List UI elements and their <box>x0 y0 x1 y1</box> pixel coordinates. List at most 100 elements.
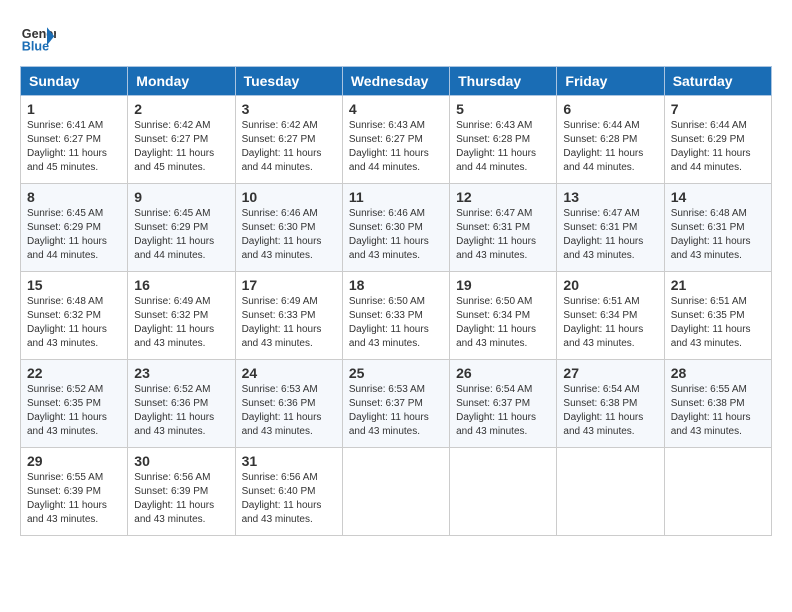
calendar-header-thursday: Thursday <box>450 67 557 96</box>
day-info: Sunrise: 6:42 AM Sunset: 6:27 PM Dayligh… <box>242 119 336 175</box>
day-number: 11 <box>349 189 443 205</box>
calendar-cell: 24 Sunrise: 6:53 AM Sunset: 6:36 PM Dayli… <box>235 360 342 448</box>
calendar-cell: 27 Sunrise: 6:54 AM Sunset: 6:38 PM Dayli… <box>557 360 664 448</box>
day-info: Sunrise: 6:42 AM Sunset: 6:27 PM Dayligh… <box>134 119 228 175</box>
calendar-cell: 3 Sunrise: 6:42 AM Sunset: 6:27 PM Daylig… <box>235 96 342 184</box>
calendar-cell: 31 Sunrise: 6:56 AM Sunset: 6:40 PM Dayli… <box>235 448 342 536</box>
day-info: Sunrise: 6:52 AM Sunset: 6:36 PM Dayligh… <box>134 383 228 439</box>
calendar-cell: 21 Sunrise: 6:51 AM Sunset: 6:35 PM Dayli… <box>664 272 771 360</box>
calendar-cell: 29Sunrise: 6:55 AM Sunset: 6:39 PM Dayli… <box>21 448 128 536</box>
svg-text:Blue: Blue <box>22 40 49 54</box>
calendar-cell: 22 Sunrise: 6:52 AM Sunset: 6:35 PM Dayli… <box>21 360 128 448</box>
day-info: Sunrise: 6:56 AM Sunset: 6:40 PM Dayligh… <box>242 471 336 527</box>
calendar-week-row: 8 Sunrise: 6:45 AM Sunset: 6:29 PM Daylig… <box>21 184 772 272</box>
day-number: 19 <box>456 277 550 293</box>
calendar-cell: 6 Sunrise: 6:44 AM Sunset: 6:28 PM Daylig… <box>557 96 664 184</box>
calendar-cell <box>450 448 557 536</box>
day-number: 9 <box>134 189 228 205</box>
calendar-cell: 30Sunrise: 6:56 AM Sunset: 6:39 PM Dayli… <box>128 448 235 536</box>
calendar-cell: 2 Sunrise: 6:42 AM Sunset: 6:27 PM Daylig… <box>128 96 235 184</box>
day-info: Sunrise: 6:50 AM Sunset: 6:34 PM Dayligh… <box>456 295 550 351</box>
page-header: General Blue <box>20 20 772 56</box>
day-info: Sunrise: 6:52 AM Sunset: 6:35 PM Dayligh… <box>27 383 121 439</box>
calendar-cell: 11Sunrise: 6:46 AM Sunset: 6:30 PM Dayli… <box>342 184 449 272</box>
day-info: Sunrise: 6:55 AM Sunset: 6:39 PM Dayligh… <box>27 471 121 527</box>
calendar-header-tuesday: Tuesday <box>235 67 342 96</box>
day-info: Sunrise: 6:45 AM Sunset: 6:29 PM Dayligh… <box>134 207 228 263</box>
calendar-cell: 7 Sunrise: 6:44 AM Sunset: 6:29 PM Daylig… <box>664 96 771 184</box>
calendar-cell: 13Sunrise: 6:47 AM Sunset: 6:31 PM Dayli… <box>557 184 664 272</box>
calendar-header-wednesday: Wednesday <box>342 67 449 96</box>
day-number: 17 <box>242 277 336 293</box>
day-number: 28 <box>671 365 765 381</box>
calendar-cell: 5 Sunrise: 6:43 AM Sunset: 6:28 PM Daylig… <box>450 96 557 184</box>
day-number: 12 <box>456 189 550 205</box>
day-info: Sunrise: 6:50 AM Sunset: 6:33 PM Dayligh… <box>349 295 443 351</box>
calendar-cell: 14Sunrise: 6:48 AM Sunset: 6:31 PM Dayli… <box>664 184 771 272</box>
day-number: 6 <box>563 101 657 117</box>
calendar-cell: 8 Sunrise: 6:45 AM Sunset: 6:29 PM Daylig… <box>21 184 128 272</box>
day-info: Sunrise: 6:53 AM Sunset: 6:36 PM Dayligh… <box>242 383 336 439</box>
calendar-cell: 25 Sunrise: 6:53 AM Sunset: 6:37 PM Dayli… <box>342 360 449 448</box>
day-info: Sunrise: 6:48 AM Sunset: 6:31 PM Dayligh… <box>671 207 765 263</box>
day-info: Sunrise: 6:41 AM Sunset: 6:27 PM Dayligh… <box>27 119 121 175</box>
day-info: Sunrise: 6:54 AM Sunset: 6:37 PM Dayligh… <box>456 383 550 439</box>
day-number: 10 <box>242 189 336 205</box>
calendar-header-saturday: Saturday <box>664 67 771 96</box>
day-info: Sunrise: 6:45 AM Sunset: 6:29 PM Dayligh… <box>27 207 121 263</box>
calendar-cell <box>342 448 449 536</box>
day-info: Sunrise: 6:47 AM Sunset: 6:31 PM Dayligh… <box>563 207 657 263</box>
calendar-cell: 12 Sunrise: 6:47 AM Sunset: 6:31 PM Dayli… <box>450 184 557 272</box>
calendar-cell: 18 Sunrise: 6:50 AM Sunset: 6:33 PM Dayli… <box>342 272 449 360</box>
day-number: 18 <box>349 277 443 293</box>
calendar-cell: 15 Sunrise: 6:48 AM Sunset: 6:32 PM Dayli… <box>21 272 128 360</box>
day-info: Sunrise: 6:48 AM Sunset: 6:32 PM Dayligh… <box>27 295 121 351</box>
day-info: Sunrise: 6:44 AM Sunset: 6:28 PM Dayligh… <box>563 119 657 175</box>
calendar-cell <box>557 448 664 536</box>
day-number: 8 <box>27 189 121 205</box>
day-number: 2 <box>134 101 228 117</box>
day-number: 15 <box>27 277 121 293</box>
day-info: Sunrise: 6:51 AM Sunset: 6:34 PM Dayligh… <box>563 295 657 351</box>
day-info: Sunrise: 6:49 AM Sunset: 6:33 PM Dayligh… <box>242 295 336 351</box>
logo-icon: General Blue <box>20 20 56 56</box>
day-number: 5 <box>456 101 550 117</box>
day-info: Sunrise: 6:44 AM Sunset: 6:29 PM Dayligh… <box>671 119 765 175</box>
day-number: 16 <box>134 277 228 293</box>
day-number: 21 <box>671 277 765 293</box>
calendar-cell: 26 Sunrise: 6:54 AM Sunset: 6:37 PM Dayli… <box>450 360 557 448</box>
day-info: Sunrise: 6:46 AM Sunset: 6:30 PM Dayligh… <box>242 207 336 263</box>
day-info: Sunrise: 6:47 AM Sunset: 6:31 PM Dayligh… <box>456 207 550 263</box>
calendar-header-friday: Friday <box>557 67 664 96</box>
day-number: 3 <box>242 101 336 117</box>
day-number: 1 <box>27 101 121 117</box>
calendar-header-row: SundayMondayTuesdayWednesdayThursdayFrid… <box>21 67 772 96</box>
calendar-week-row: 1 Sunrise: 6:41 AM Sunset: 6:27 PM Daylig… <box>21 96 772 184</box>
day-info: Sunrise: 6:55 AM Sunset: 6:38 PM Dayligh… <box>671 383 765 439</box>
day-info: Sunrise: 6:53 AM Sunset: 6:37 PM Dayligh… <box>349 383 443 439</box>
day-info: Sunrise: 6:54 AM Sunset: 6:38 PM Dayligh… <box>563 383 657 439</box>
day-info: Sunrise: 6:49 AM Sunset: 6:32 PM Dayligh… <box>134 295 228 351</box>
calendar-body: 1 Sunrise: 6:41 AM Sunset: 6:27 PM Daylig… <box>21 96 772 536</box>
day-number: 31 <box>242 453 336 469</box>
calendar-week-row: 29Sunrise: 6:55 AM Sunset: 6:39 PM Dayli… <box>21 448 772 536</box>
day-number: 27 <box>563 365 657 381</box>
day-number: 23 <box>134 365 228 381</box>
calendar-header-sunday: Sunday <box>21 67 128 96</box>
calendar-cell: 19 Sunrise: 6:50 AM Sunset: 6:34 PM Dayli… <box>450 272 557 360</box>
calendar-cell: 10 Sunrise: 6:46 AM Sunset: 6:30 PM Dayli… <box>235 184 342 272</box>
day-info: Sunrise: 6:43 AM Sunset: 6:27 PM Dayligh… <box>349 119 443 175</box>
day-info: Sunrise: 6:56 AM Sunset: 6:39 PM Dayligh… <box>134 471 228 527</box>
day-number: 26 <box>456 365 550 381</box>
calendar-cell: 1 Sunrise: 6:41 AM Sunset: 6:27 PM Daylig… <box>21 96 128 184</box>
day-number: 24 <box>242 365 336 381</box>
calendar-cell: 28 Sunrise: 6:55 AM Sunset: 6:38 PM Dayli… <box>664 360 771 448</box>
calendar-cell: 20Sunrise: 6:51 AM Sunset: 6:34 PM Dayli… <box>557 272 664 360</box>
calendar-cell: 23 Sunrise: 6:52 AM Sunset: 6:36 PM Dayli… <box>128 360 235 448</box>
day-info: Sunrise: 6:43 AM Sunset: 6:28 PM Dayligh… <box>456 119 550 175</box>
day-info: Sunrise: 6:51 AM Sunset: 6:35 PM Dayligh… <box>671 295 765 351</box>
day-number: 22 <box>27 365 121 381</box>
day-number: 25 <box>349 365 443 381</box>
day-number: 7 <box>671 101 765 117</box>
calendar-cell: 17 Sunrise: 6:49 AM Sunset: 6:33 PM Dayli… <box>235 272 342 360</box>
